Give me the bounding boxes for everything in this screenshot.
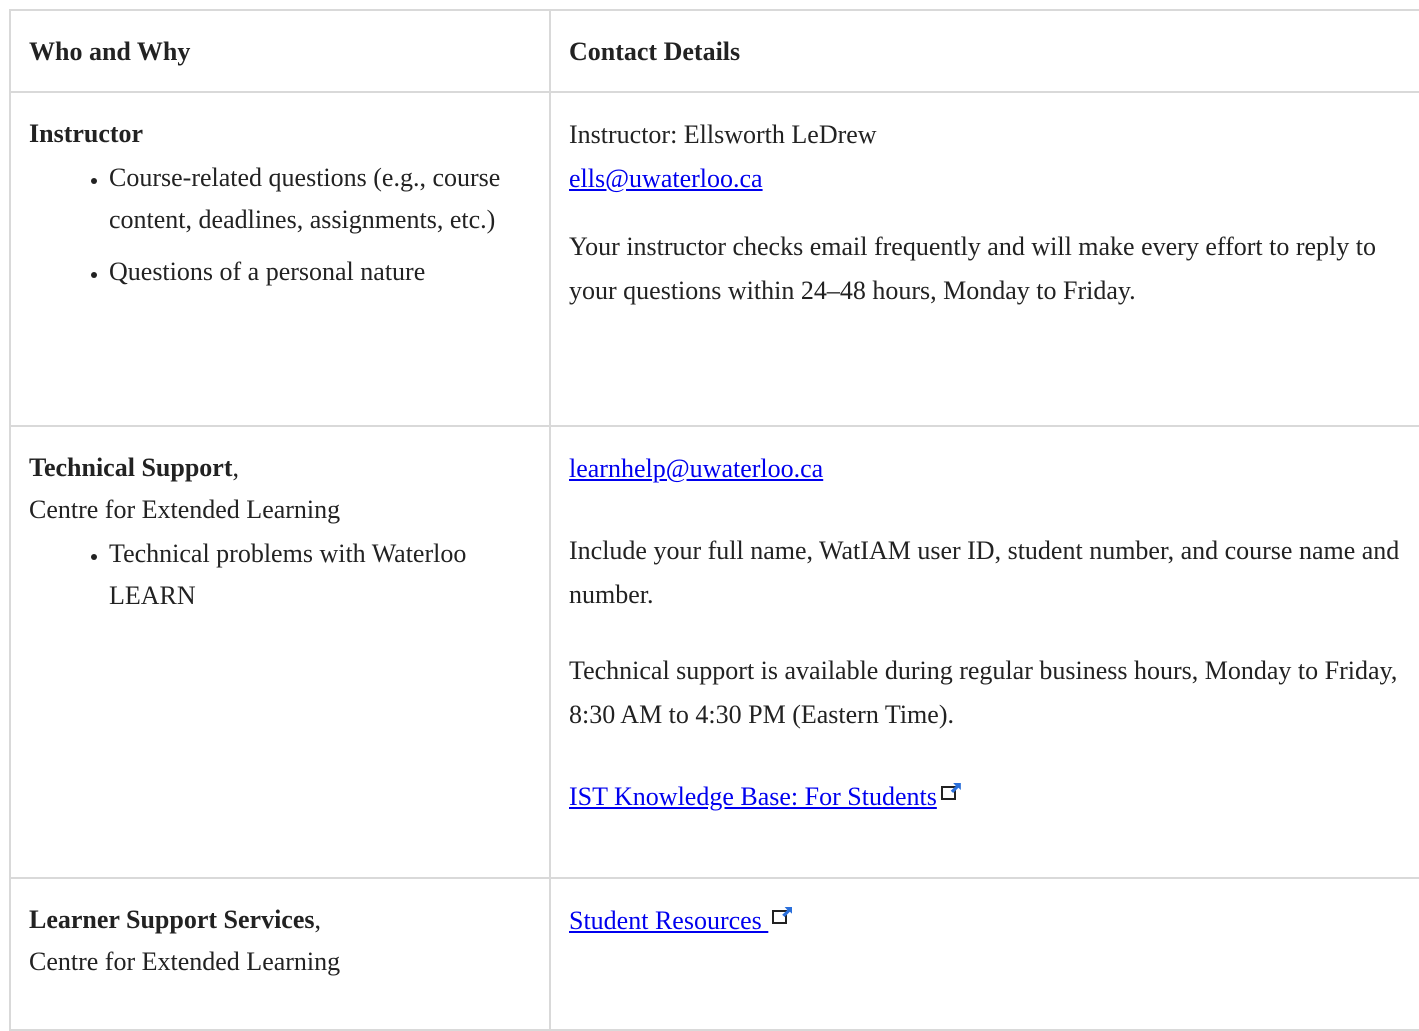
tech-hours-note: Technical support is available during re… bbox=[569, 656, 1398, 729]
instructor-response-note: Your instructor checks email frequently … bbox=[569, 232, 1376, 305]
instructor-name: Instructor: Ellsworth LeDrew bbox=[569, 120, 877, 149]
role-title-comma: , bbox=[314, 905, 322, 934]
table-row-instructor: Instructor Course-related questions (e.g… bbox=[9, 91, 1419, 427]
student-resources-link-text: Student Resources bbox=[569, 906, 769, 935]
role-unit-technical-support: Centre for Extended Learning bbox=[29, 495, 341, 524]
contact-cell-instructor: Instructor: Ellsworth LeDrew ells@uwater… bbox=[549, 91, 1419, 427]
tech-include-note: Include your full name, WatIAM user ID, … bbox=[569, 536, 1400, 609]
who-cell-technical-support: Technical Support, Centre for Extended L… bbox=[9, 425, 551, 879]
role-heading-technical-support: Technical Support, bbox=[29, 447, 533, 489]
ist-knowledge-base-link-text: IST Knowledge Base: For Students bbox=[569, 782, 937, 811]
who-cell-instructor: Instructor Course-related questions (e.g… bbox=[9, 91, 551, 427]
role-heading-learner-support: Learner Support Services, bbox=[29, 899, 533, 941]
reasons-list-technical-support: Technical problems with Waterloo LEARN bbox=[29, 533, 533, 617]
table-row-learner-support: Learner Support Services, Centre for Ext… bbox=[9, 877, 1419, 1031]
external-link-icon[interactable] bbox=[772, 907, 793, 925]
header-who-and-why: Who and Why bbox=[9, 9, 551, 93]
learnhelp-email-link[interactable]: learnhelp@uwaterloo.ca bbox=[569, 454, 823, 483]
tech-kb-block: IST Knowledge Base: For Students bbox=[569, 775, 1403, 819]
role-title-learner-support: Learner Support Services bbox=[29, 905, 315, 934]
role-title-instructor: Instructor bbox=[29, 119, 144, 148]
table-row-technical-support: Technical Support, Centre for Extended L… bbox=[9, 425, 1419, 879]
tech-email-block: learnhelp@uwaterloo.ca bbox=[569, 447, 1403, 491]
instructor-contact-block: Instructor: Ellsworth LeDrew ells@uwater… bbox=[569, 113, 1403, 201]
role-title-technical-support: Technical Support bbox=[29, 453, 233, 482]
student-resources-link[interactable]: Student Resources bbox=[569, 906, 768, 935]
role-title-comma: , bbox=[232, 453, 239, 482]
ist-knowledge-base-link[interactable]: IST Knowledge Base: For Students bbox=[569, 782, 937, 811]
role-unit-learner-support: Centre for Extended Learning bbox=[29, 947, 341, 976]
learner-resources-block: Student Resources bbox=[569, 899, 1403, 943]
contact-cell-learner-support: Student Resources bbox=[549, 877, 1419, 1031]
header-row: Who and Why Contact Details bbox=[9, 9, 1419, 93]
contact-table: Who and Why Contact Details Instructor C… bbox=[9, 9, 1419, 1031]
contact-table-container: Who and Why Contact Details Instructor C… bbox=[9, 9, 1419, 1031]
contact-cell-technical-support: learnhelp@uwaterloo.ca Include your full… bbox=[549, 425, 1419, 879]
header-contact-details: Contact Details bbox=[549, 9, 1419, 93]
list-item: Technical problems with Waterloo LEARN bbox=[109, 533, 533, 617]
reasons-list-instructor: Course-related questions (e.g., course c… bbox=[29, 157, 533, 293]
list-item: Course-related questions (e.g., course c… bbox=[109, 157, 533, 241]
instructor-email-link[interactable]: ells@uwaterloo.ca bbox=[569, 164, 763, 193]
external-link-icon[interactable] bbox=[940, 783, 961, 801]
list-item: Questions of a personal nature bbox=[109, 251, 533, 293]
who-cell-learner-support: Learner Support Services, Centre for Ext… bbox=[9, 877, 551, 1031]
